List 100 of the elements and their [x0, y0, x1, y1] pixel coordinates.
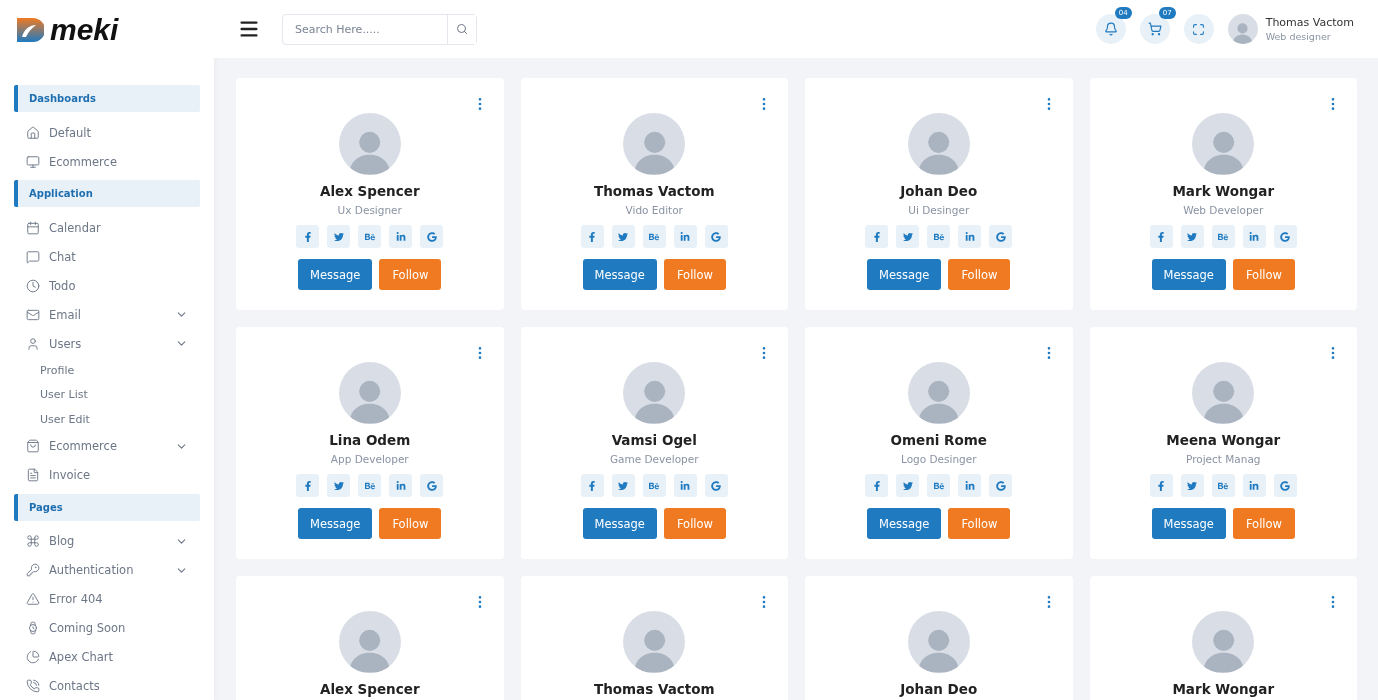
- social-link-icon[interactable]: [389, 225, 413, 248]
- fullscreen-icon: [1192, 22, 1206, 36]
- sidebar-item[interactable]: Ecommerce: [14, 147, 200, 176]
- social-link-icon[interactable]: [1211, 225, 1235, 248]
- sidebar-item[interactable]: Users: [14, 329, 200, 358]
- social-link-icon[interactable]: [704, 474, 728, 497]
- social-link-icon[interactable]: [327, 474, 351, 497]
- message-button[interactable]: Message: [1151, 259, 1226, 290]
- follow-button[interactable]: Follow: [948, 259, 1011, 290]
- sidebar-item[interactable]: Invoice: [14, 460, 200, 490]
- follow-button[interactable]: Follow: [1232, 259, 1295, 290]
- social-link-icon[interactable]: [927, 474, 951, 497]
- menu-icon[interactable]: [238, 18, 260, 40]
- social-link-icon[interactable]: [1242, 474, 1266, 497]
- social-link-icon[interactable]: [896, 225, 920, 248]
- follow-button[interactable]: Follow: [948, 508, 1011, 539]
- social-link-icon[interactable]: [1180, 225, 1204, 248]
- sidebar-item[interactable]: Calendar: [14, 213, 200, 242]
- profile-role: Web Developer: [1183, 204, 1264, 216]
- message-button[interactable]: Message: [582, 508, 657, 539]
- message-button[interactable]: Message: [867, 259, 942, 290]
- follow-button[interactable]: Follow: [663, 508, 726, 539]
- social-link-icon[interactable]: [296, 474, 320, 497]
- social-link-icon[interactable]: [389, 474, 413, 497]
- social-link-icon[interactable]: [1149, 225, 1173, 248]
- social-link-icon[interactable]: [958, 225, 982, 248]
- social-link-icon[interactable]: [1180, 474, 1204, 497]
- profile-name: Alex Spencer: [319, 183, 420, 199]
- social-link-icon[interactable]: [673, 225, 697, 248]
- social-link-icon[interactable]: [704, 225, 728, 248]
- follow-button[interactable]: Follow: [379, 259, 442, 290]
- social-link-icon[interactable]: [989, 474, 1013, 497]
- social-link-icon[interactable]: [1211, 474, 1235, 497]
- message-button[interactable]: Message: [298, 508, 373, 539]
- sidebar-item[interactable]: Default: [14, 118, 200, 147]
- profile-name: Meena Wongar: [1166, 432, 1281, 448]
- social-link-icon[interactable]: [296, 225, 320, 248]
- social-link-icon[interactable]: [1242, 225, 1266, 248]
- social-link-icon[interactable]: [1273, 225, 1297, 248]
- search-button[interactable]: [447, 14, 476, 44]
- profile-name: Thomas Vactom: [593, 681, 715, 697]
- sidebar-subitem[interactable]: User List: [14, 382, 200, 407]
- profile-role: Vido Editor: [625, 204, 683, 216]
- social-link-icon[interactable]: [958, 474, 982, 497]
- social-link-icon[interactable]: [327, 225, 351, 248]
- search-input[interactable]: Search Here.....: [283, 14, 447, 44]
- message-button[interactable]: Message: [1151, 508, 1226, 539]
- profile-name: Lina Odem: [329, 432, 411, 448]
- bell-icon: [1103, 22, 1118, 36]
- social-link-icon[interactable]: [580, 474, 604, 497]
- message-button[interactable]: Message: [867, 508, 942, 539]
- follow-button[interactable]: Follow: [379, 508, 442, 539]
- brand-name: meki: [50, 13, 119, 47]
- sidebar-subitem[interactable]: User Edit: [14, 407, 200, 432]
- profile-role: Ux Designer: [337, 204, 402, 216]
- social-link-icon[interactable]: [1273, 474, 1297, 497]
- sidebar-item-icon: [26, 249, 40, 264]
- sidebar-item[interactable]: Chat: [14, 242, 200, 271]
- sidebar-item[interactable]: Email: [14, 300, 200, 329]
- social-link-icon[interactable]: [865, 225, 889, 248]
- search-field[interactable]: Search Here.....: [282, 13, 477, 45]
- social-link-icon[interactable]: [611, 474, 635, 497]
- sidebar-item[interactable]: Contacts: [14, 671, 200, 700]
- notification-button[interactable]: [1095, 14, 1126, 44]
- social-link-icon[interactable]: [580, 225, 604, 248]
- sidebar-item-icon: [26, 592, 40, 606]
- social-link-icon[interactable]: [989, 225, 1013, 248]
- message-button[interactable]: Message: [582, 259, 657, 290]
- follow-button[interactable]: Follow: [1232, 508, 1295, 539]
- sidebar-item-icon: [26, 220, 40, 235]
- message-button[interactable]: Message: [298, 259, 373, 290]
- profile-name: Omeni Rome: [890, 432, 987, 448]
- social-link-icon[interactable]: [642, 474, 666, 497]
- follow-button[interactable]: Follow: [663, 259, 726, 290]
- fullscreen-button[interactable]: [1183, 14, 1214, 44]
- profile-name: Mark Wongar: [1172, 183, 1275, 199]
- social-link-icon[interactable]: [1149, 474, 1173, 497]
- social-link-icon[interactable]: [358, 474, 382, 497]
- sidebar-section-title: Application: [14, 180, 200, 207]
- social-link-icon[interactable]: [896, 474, 920, 497]
- profile-name: Thomas Vactom: [593, 183, 715, 199]
- sidebar-item-icon: [26, 154, 40, 169]
- sidebar-item[interactable]: Coming Soon: [14, 613, 200, 643]
- profile-role: App Developer: [330, 453, 409, 465]
- sidebar-item[interactable]: Ecommerce: [14, 431, 200, 461]
- sidebar-item[interactable]: Error 404: [14, 584, 200, 614]
- sidebar-item[interactable]: Apex Chart: [14, 642, 200, 672]
- social-link-icon[interactable]: [420, 225, 444, 248]
- social-link-icon[interactable]: [642, 225, 666, 248]
- sidebar-item[interactable]: Authentication: [14, 555, 200, 585]
- social-link-icon[interactable]: [673, 474, 697, 497]
- social-link-icon[interactable]: [420, 474, 444, 497]
- cart-button[interactable]: [1139, 14, 1170, 44]
- sidebar-item[interactable]: Blog: [14, 526, 200, 556]
- sidebar-subitem[interactable]: Profile: [14, 358, 200, 383]
- social-link-icon[interactable]: [358, 225, 382, 248]
- sidebar-item[interactable]: Todo: [14, 271, 200, 300]
- social-link-icon[interactable]: [865, 474, 889, 497]
- social-link-icon[interactable]: [927, 225, 951, 248]
- social-link-icon[interactable]: [611, 225, 635, 248]
